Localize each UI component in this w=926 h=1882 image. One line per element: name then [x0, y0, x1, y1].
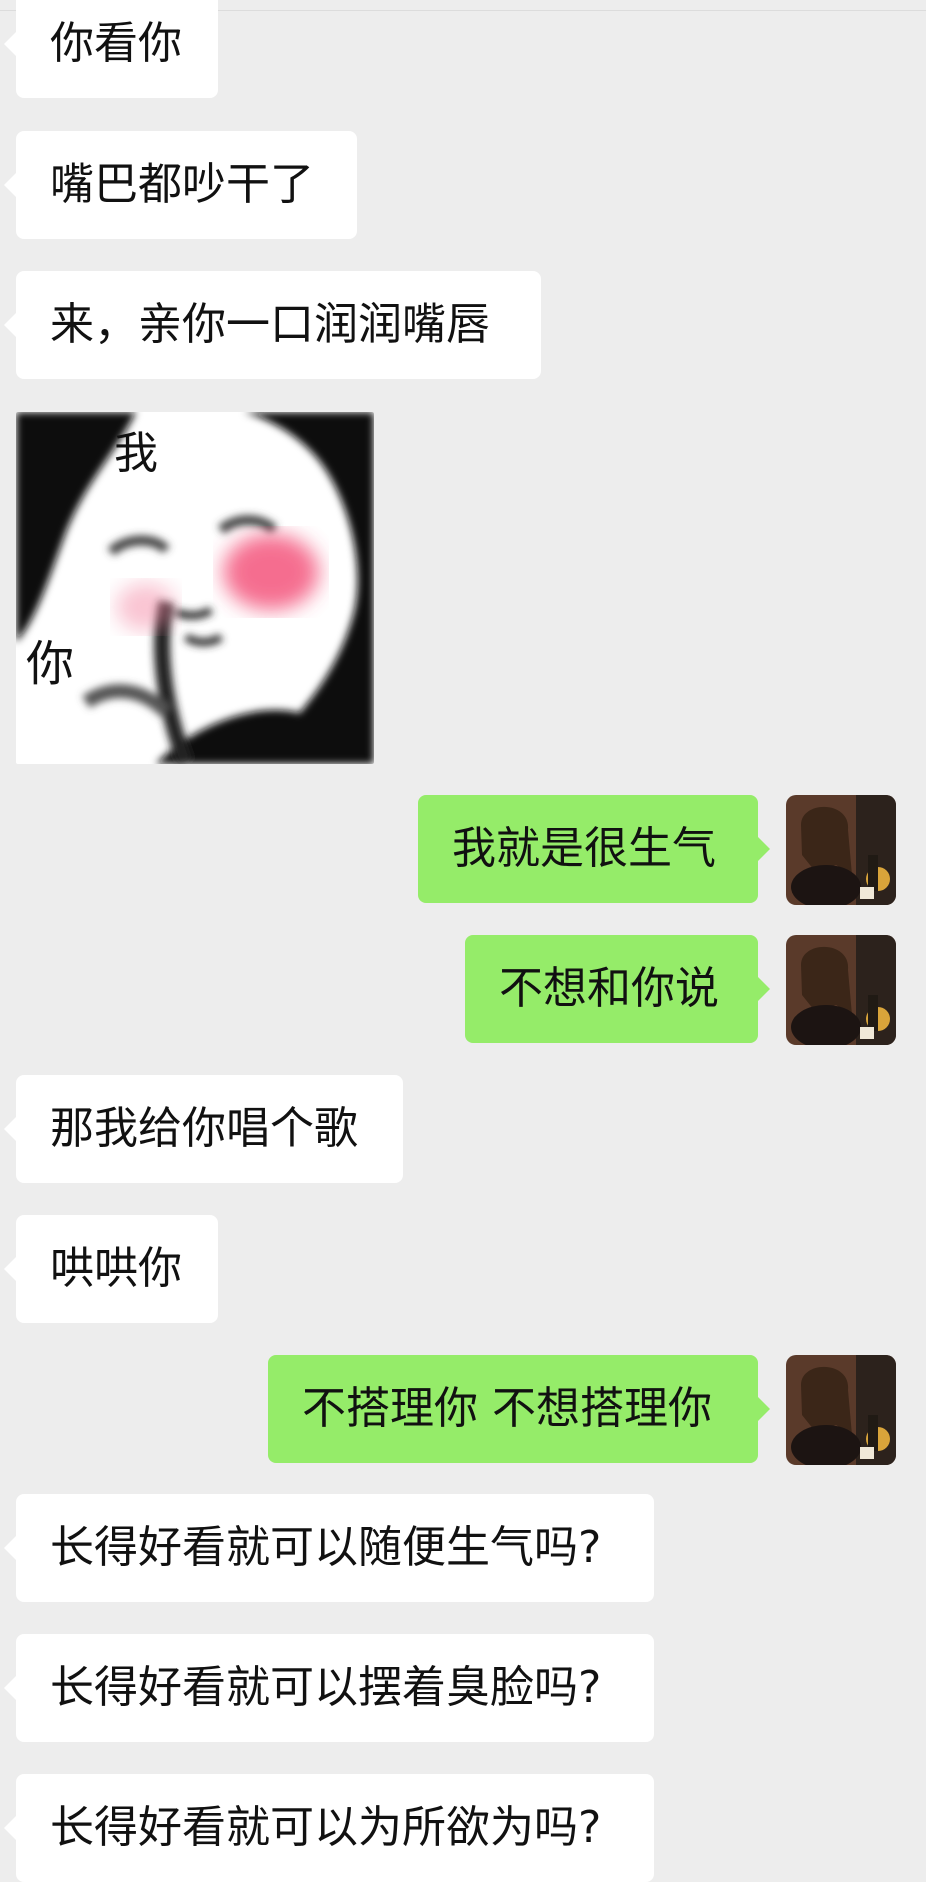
sticker-text-bottom: 你	[26, 636, 74, 692]
avatar-photo-icon	[786, 795, 896, 905]
message-text: 来，亲你一口润润嘴唇	[50, 299, 490, 350]
kiss-meme-sticker: 我 你	[16, 412, 374, 764]
message-text: 哄哄你	[50, 1243, 182, 1294]
incoming-message[interactable]: 那我给你唱个歌	[4, 1075, 403, 1183]
incoming-message[interactable]: 长得好看就可以摆着臭脸吗?	[4, 1634, 654, 1742]
avatar-photo-icon	[786, 1355, 896, 1465]
sticker-message[interactable]: 我 你	[16, 412, 374, 764]
user-avatar[interactable]	[786, 1355, 896, 1465]
sticker-text-top: 我	[114, 428, 158, 479]
message-text: 不搭理你 不想搭理你	[302, 1383, 712, 1434]
outgoing-message[interactable]: 不想和你说	[465, 935, 770, 1043]
message-text: 你看你	[50, 18, 182, 69]
incoming-message[interactable]: 嘴巴都吵干了	[4, 131, 357, 239]
message-text: 嘴巴都吵干了	[50, 159, 314, 210]
message-text: 那我给你唱个歌	[50, 1103, 358, 1154]
message-text: 长得好看就可以为所欲为吗?	[50, 1802, 602, 1853]
outgoing-message[interactable]: 不搭理你 不想搭理你	[268, 1355, 770, 1463]
chat-message-list[interactable]: 你看你 嘴巴都吵干了 来，亲你一口润润嘴唇 我 你 我就是很生气 不想和你说 那…	[0, 0, 926, 1882]
avatar-photo-icon	[786, 935, 896, 1045]
incoming-message[interactable]: 你看你	[4, 0, 218, 98]
incoming-message[interactable]: 长得好看就可以为所欲为吗?	[4, 1774, 654, 1882]
outgoing-message[interactable]: 我就是很生气	[418, 795, 770, 903]
message-text: 我就是很生气	[452, 823, 716, 874]
message-text: 不想和你说	[499, 963, 719, 1014]
incoming-message[interactable]: 长得好看就可以随便生气吗?	[4, 1494, 654, 1602]
incoming-message[interactable]: 哄哄你	[4, 1215, 218, 1323]
incoming-message[interactable]: 来，亲你一口润润嘴唇	[4, 271, 541, 379]
message-text: 长得好看就可以摆着臭脸吗?	[50, 1662, 602, 1713]
message-text: 长得好看就可以随便生气吗?	[50, 1522, 602, 1573]
user-avatar[interactable]	[786, 795, 896, 905]
user-avatar[interactable]	[786, 935, 896, 1045]
